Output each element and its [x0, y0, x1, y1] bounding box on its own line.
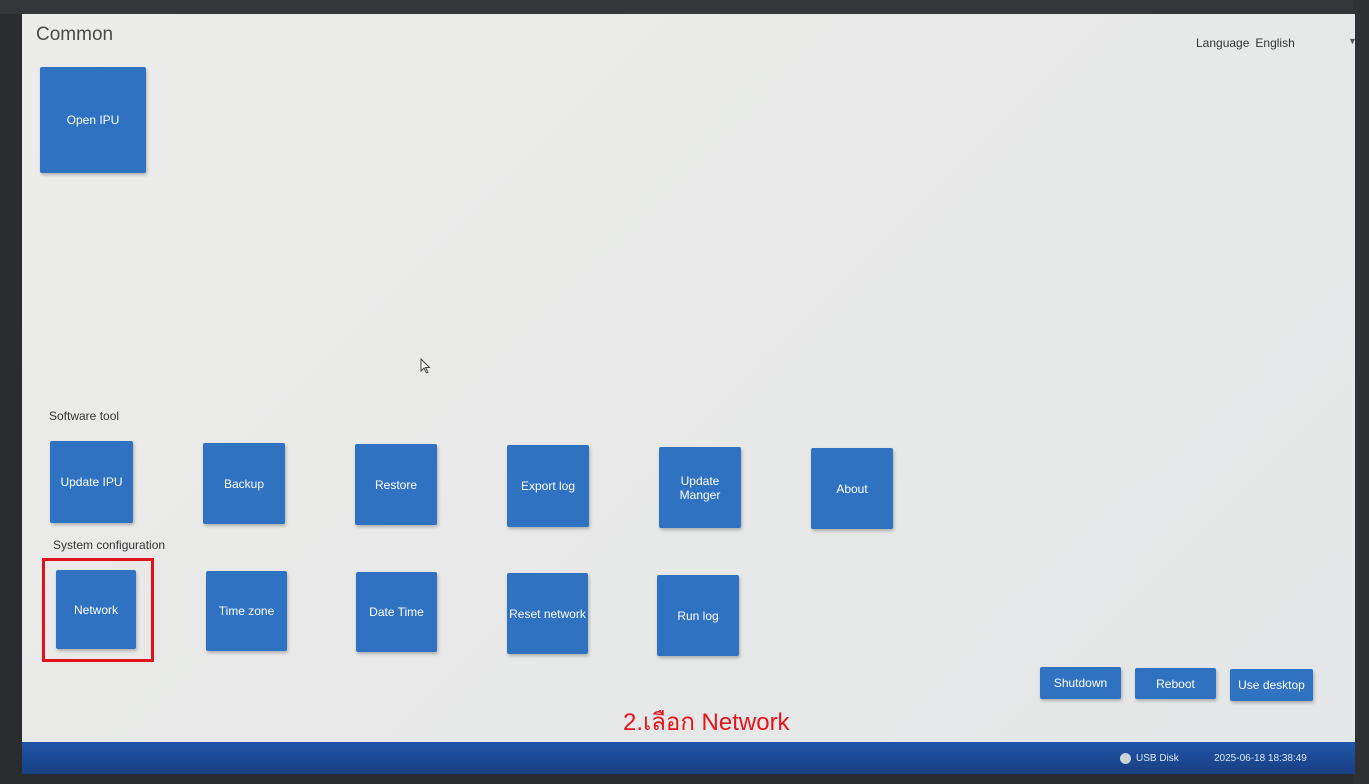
language-label: Language	[1196, 36, 1250, 50]
taskbar-clock: 2025-06-18 18:38:49	[1214, 753, 1307, 764]
usb-disk-icon	[1120, 753, 1131, 764]
date-time-button[interactable]: Date Time	[356, 572, 437, 652]
software-tool-label: Software tool	[49, 409, 120, 423]
reboot-button[interactable]: Reboot	[1135, 668, 1216, 699]
language-selector[interactable]: Language English ▼	[1196, 36, 1355, 50]
language-value: English	[1255, 36, 1295, 50]
about-button[interactable]: About	[811, 448, 893, 529]
usb-disk-indicator[interactable]: USB Disk	[1120, 753, 1179, 764]
run-log-button[interactable]: Run log	[657, 575, 739, 656]
reset-network-button[interactable]: Reset network	[507, 573, 588, 654]
open-ipu-button[interactable]: Open IPU	[40, 67, 146, 173]
backup-button[interactable]: Backup	[203, 443, 285, 524]
mouse-pointer-icon	[420, 358, 431, 374]
export-log-button[interactable]: Export log	[507, 445, 589, 527]
time-zone-button[interactable]: Time zone	[206, 571, 287, 651]
chevron-down-icon: ▼	[1348, 36, 1355, 46]
taskbar: USB Disk 2025-06-18 18:38:49	[22, 742, 1355, 774]
shutdown-button[interactable]: Shutdown	[1040, 667, 1121, 699]
page-title: Common	[36, 24, 114, 45]
monitor-bezel-right	[1353, 0, 1369, 784]
annotation-caption: 2.เลือก Network	[623, 709, 790, 736]
monitor-bezel-top	[0, 0, 1369, 14]
use-desktop-button[interactable]: Use desktop	[1230, 669, 1313, 701]
screen: Common Language English ▼ Open IPU Softw…	[22, 14, 1355, 774]
update-ipu-button[interactable]: Update IPU	[50, 441, 133, 523]
update-manager-button[interactable]: Update Manger	[659, 447, 741, 528]
usb-disk-label: USB Disk	[1136, 753, 1179, 764]
system-configuration-label: System configuration	[53, 538, 166, 552]
network-highlight-box	[42, 558, 154, 662]
restore-button[interactable]: Restore	[355, 444, 437, 525]
